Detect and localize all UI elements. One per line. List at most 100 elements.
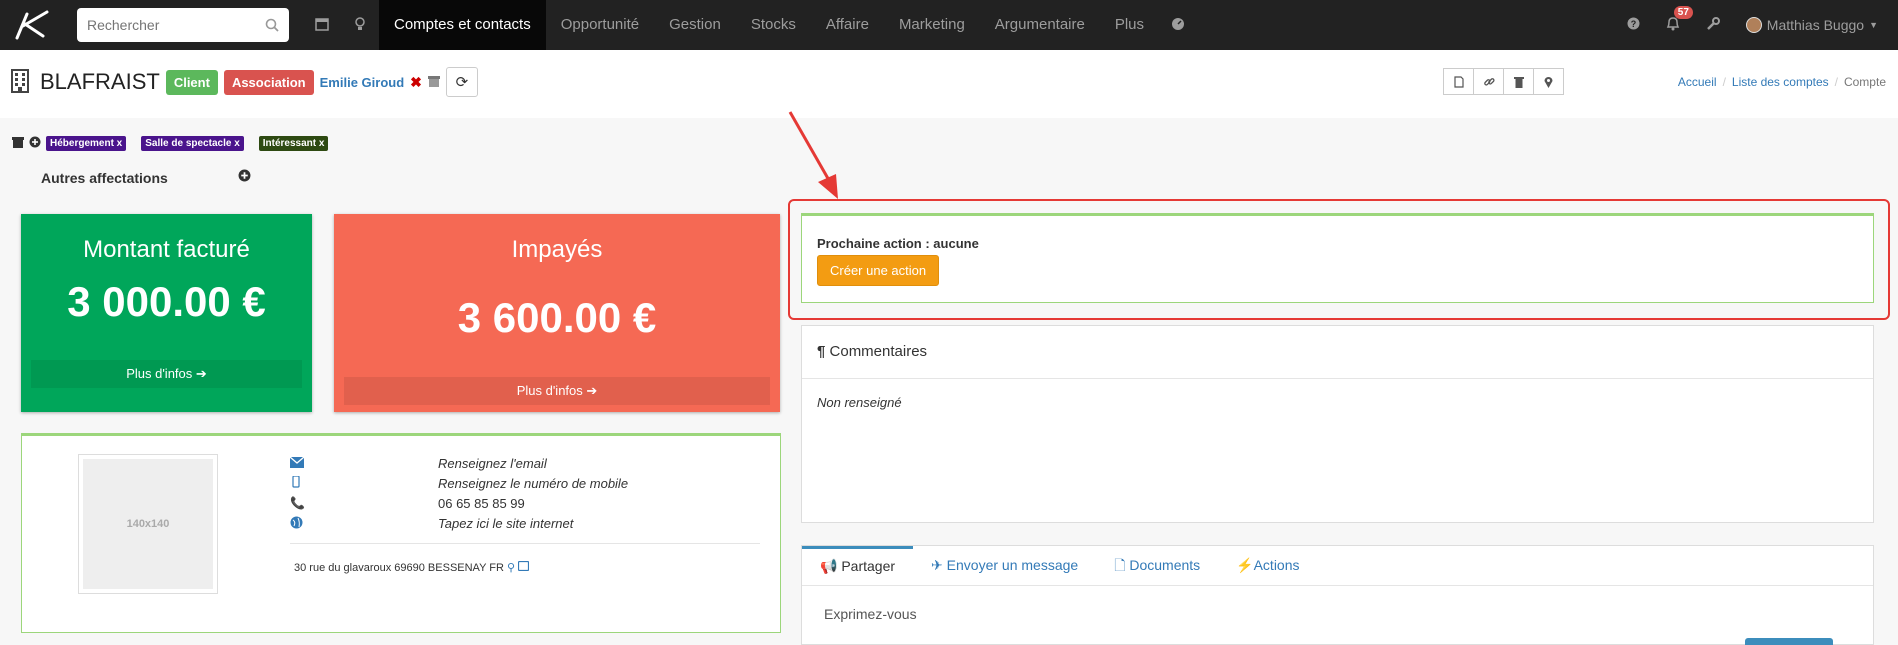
nav-argumentaire[interactable]: Argumentaire bbox=[980, 0, 1100, 50]
billed-more-label: Plus d'infos bbox=[126, 366, 193, 381]
notifications-button[interactable]: 57 bbox=[1666, 6, 1693, 34]
contact-link[interactable]: Emilie Giroud bbox=[320, 75, 405, 90]
notification-count-badge: 57 bbox=[1673, 6, 1693, 19]
map-button[interactable] bbox=[1533, 68, 1564, 95]
arrow-circle-right-icon: ➔ bbox=[195, 366, 207, 381]
globe-icon bbox=[290, 516, 304, 532]
share-submit-button[interactable] bbox=[1745, 638, 1833, 645]
address-text: 30 rue du glavaroux 69690 BESSENAY FR bbox=[294, 562, 504, 574]
tab-actions-label: Actions bbox=[1253, 557, 1300, 573]
nav-stocks[interactable]: Stocks bbox=[736, 0, 811, 50]
breadcrumb: Accueil / Liste des comptes / Compte bbox=[1677, 75, 1886, 89]
link-icon bbox=[1483, 77, 1495, 86]
tab-partager-label: Partager bbox=[841, 558, 896, 574]
billed-value: 3 000.00 € bbox=[67, 278, 266, 325]
dashboard-icon[interactable] bbox=[1159, 17, 1197, 34]
account-photo[interactable]: 140x140 bbox=[78, 454, 218, 594]
nav-comptes-contacts[interactable]: Comptes et contacts bbox=[379, 0, 546, 50]
comments-panel: ¶ Commentaires Non renseigné bbox=[801, 325, 1874, 523]
avatar bbox=[1745, 17, 1762, 33]
file-icon: 🗋 bbox=[1114, 557, 1126, 573]
delete-button[interactable] bbox=[1503, 68, 1534, 95]
next-action-title: Prochaine action : aucune bbox=[817, 236, 979, 251]
tag-salle-spectacle[interactable]: Salle de spectacle x bbox=[141, 136, 244, 151]
unpaid-value: 3 600.00 € bbox=[457, 294, 657, 341]
next-action-panel: Prochaine action : aucune Créer une acti… bbox=[801, 213, 1874, 303]
label-client[interactable]: Client bbox=[165, 69, 218, 95]
paragraph-icon: ¶ bbox=[817, 343, 826, 360]
bolt-icon: ⚡ bbox=[1236, 557, 1254, 573]
refresh-button[interactable]: ⟳ bbox=[445, 67, 478, 97]
caret-down-icon: ▼ bbox=[1869, 20, 1878, 30]
tab-envoyer-message-label: Envoyer un message bbox=[946, 557, 1079, 573]
address-row: 30 rue du glavaroux 69690 BESSENAY FR ⚲ bbox=[294, 560, 530, 574]
search-input[interactable] bbox=[87, 17, 247, 33]
refresh-icon: ⟳ bbox=[455, 74, 469, 91]
top-navbar: Comptes et contacts Opportunité Gestion … bbox=[0, 0, 1898, 50]
search-box[interactable] bbox=[77, 8, 289, 42]
archive-icon[interactable] bbox=[427, 75, 440, 90]
envelope-icon bbox=[289, 456, 305, 471]
share-tabs: 📢 Partager ✈ Envoyer un message 🗋 Docume… bbox=[802, 546, 1873, 586]
account-header: BLAFRAIST Client Association Emilie Giro… bbox=[0, 50, 1898, 118]
label-association[interactable]: Association bbox=[223, 69, 314, 95]
nav-affaire[interactable]: Affaire bbox=[811, 0, 884, 50]
add-tag-icon[interactable] bbox=[29, 136, 41, 151]
wrench-icon[interactable] bbox=[1706, 16, 1720, 34]
trash-icon bbox=[1513, 76, 1524, 88]
search-icon[interactable] bbox=[265, 18, 279, 32]
user-menu[interactable]: Matthias Buggo ▼ bbox=[1745, 17, 1878, 33]
tag-hebergement[interactable]: Hébergement x bbox=[46, 136, 127, 151]
nav-marketing[interactable]: Marketing bbox=[884, 0, 980, 50]
help-icon[interactable]: ? bbox=[1627, 17, 1640, 33]
autres-affectations-label: Autres affectations bbox=[41, 170, 168, 186]
building-icon bbox=[10, 68, 30, 96]
mobile-field[interactable]: Renseignez le numéro de mobile bbox=[438, 476, 628, 491]
billed-more-link[interactable]: Plus d'infos ➔ bbox=[31, 360, 302, 388]
paper-plane-icon: ✈ bbox=[931, 557, 943, 573]
remove-contact-icon[interactable]: ✖ bbox=[410, 74, 422, 91]
breadcrumb-liste-comptes[interactable]: Liste des comptes bbox=[1732, 75, 1829, 89]
bullhorn-icon: 📢 bbox=[820, 558, 838, 574]
lightbulb-icon[interactable] bbox=[341, 16, 379, 34]
contact-info-panel: 140x140 Renseignez l'email Renseignez le… bbox=[21, 433, 781, 633]
unpaid-title: Impayés bbox=[511, 236, 603, 263]
tab-envoyer-message[interactable]: ✈ Envoyer un message bbox=[913, 546, 1096, 585]
tag-interessant[interactable]: Intéressant x bbox=[258, 136, 329, 151]
tab-partager[interactable]: 📢 Partager bbox=[802, 546, 914, 585]
breadcrumb-current: Compte bbox=[1843, 75, 1886, 89]
pdf-button[interactable] bbox=[1443, 68, 1474, 95]
tab-documents[interactable]: 🗋 Documents bbox=[1096, 546, 1218, 585]
mobile-icon bbox=[290, 475, 304, 491]
nav-gestion[interactable]: Gestion bbox=[654, 0, 736, 50]
email-field[interactable]: Renseignez l'email bbox=[438, 456, 547, 471]
tab-documents-label: Documents bbox=[1129, 557, 1201, 573]
create-action-button[interactable]: Créer une action bbox=[817, 255, 940, 286]
unpaid-box: Impayés 3 600.00 € Plus d'infos ➔ bbox=[334, 214, 780, 412]
website-field[interactable]: Tapez ici le site internet bbox=[438, 516, 573, 531]
nav-opportunite[interactable]: Opportunité bbox=[546, 0, 654, 50]
share-input[interactable]: Exprimez-vous bbox=[824, 606, 917, 622]
phone-icon: 📞 bbox=[290, 496, 305, 510]
arrow-circle-right-icon: ➔ bbox=[586, 383, 598, 398]
tab-actions[interactable]: ⚡Actions bbox=[1218, 546, 1317, 585]
svg-text:?: ? bbox=[1631, 19, 1637, 29]
map-square-icon[interactable] bbox=[518, 560, 530, 574]
billed-amount-box: Montant facturé 3 000.00 € Plus d'infos … bbox=[21, 214, 312, 412]
map-marker-icon bbox=[1544, 76, 1553, 88]
map-marker-icon[interactable]: ⚲ bbox=[507, 562, 515, 574]
comments-body[interactable]: Non renseigné bbox=[802, 379, 1873, 426]
account-name: BLAFRAIST bbox=[40, 69, 160, 94]
account-actions-group bbox=[1443, 68, 1564, 95]
nav-plus[interactable]: Plus bbox=[1100, 0, 1159, 50]
link-button[interactable] bbox=[1473, 68, 1504, 95]
unpaid-more-link[interactable]: Plus d'infos ➔ bbox=[344, 377, 770, 405]
phone-field[interactable]: 06 65 85 85 99 bbox=[438, 496, 525, 511]
archive-tag-icon[interactable] bbox=[12, 136, 24, 151]
add-affectation-icon[interactable] bbox=[238, 169, 251, 185]
comments-title: Commentaires bbox=[829, 343, 928, 360]
breadcrumb-accueil[interactable]: Accueil bbox=[1678, 75, 1717, 89]
app-logo[interactable] bbox=[0, 0, 62, 50]
tags-row: Hébergement x Salle de spectacle x Intér… bbox=[12, 136, 329, 151]
calendar-icon[interactable] bbox=[303, 17, 341, 34]
